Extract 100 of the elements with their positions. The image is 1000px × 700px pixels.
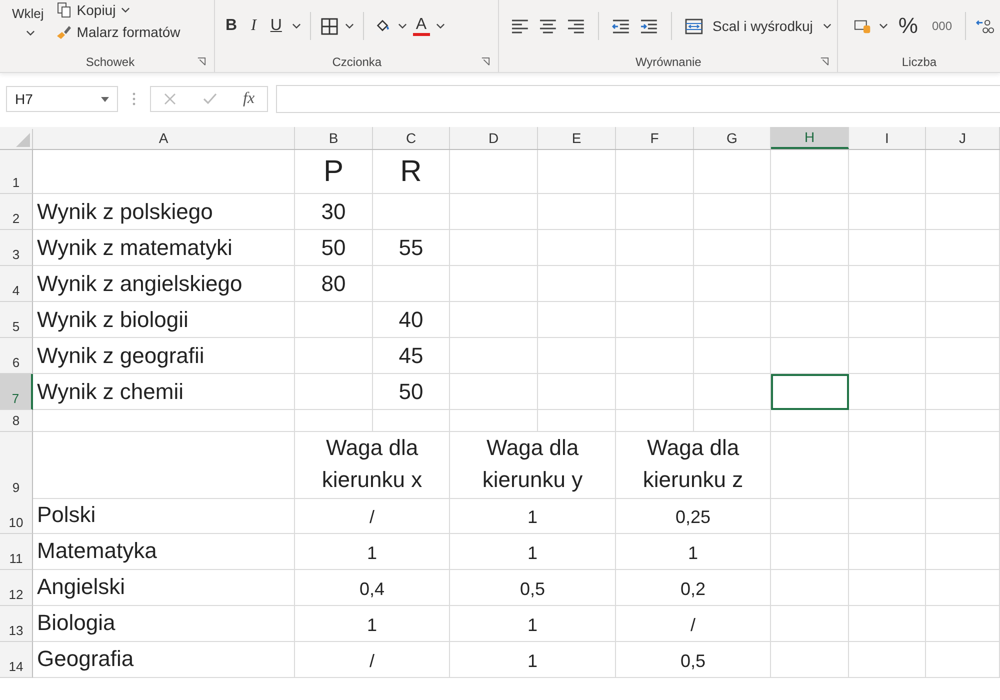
row-header[interactable]: 10 <box>0 498 33 534</box>
empty-cell[interactable] <box>926 410 1000 432</box>
empty-cell[interactable] <box>849 194 926 230</box>
dialog-launcher-icon[interactable] <box>481 57 490 66</box>
empty-cell[interactable] <box>450 230 538 266</box>
empty-cell[interactable] <box>694 230 771 266</box>
empty-cell[interactable] <box>849 570 926 606</box>
caret-icon[interactable] <box>822 23 832 29</box>
check-icon[interactable] <box>203 92 217 106</box>
empty-cell[interactable] <box>849 230 926 266</box>
row-header[interactable]: 5 <box>0 302 33 338</box>
empty-cell[interactable] <box>926 534 1000 570</box>
table-cell[interactable]: Wynik z chemii <box>33 374 295 410</box>
empty-cell[interactable] <box>926 338 1000 374</box>
table-cell[interactable]: Waga dla kierunku z <box>616 432 771 499</box>
empty-cell[interactable] <box>926 570 1000 606</box>
empty-cell[interactable] <box>771 338 849 374</box>
table-cell[interactable]: 0,2 <box>616 570 771 606</box>
empty-cell[interactable] <box>771 498 849 534</box>
row-header[interactable]: 4 <box>0 266 33 302</box>
table-cell[interactable]: 0,25 <box>616 498 771 534</box>
empty-cell[interactable] <box>926 150 1000 194</box>
table-cell[interactable]: 0,5 <box>616 642 771 678</box>
empty-cell[interactable] <box>849 642 926 678</box>
table-cell[interactable]: / <box>295 498 450 534</box>
font-color-button[interactable]: A <box>412 16 430 36</box>
column-header[interactable]: I <box>849 127 926 149</box>
empty-cell[interactable] <box>450 410 538 432</box>
empty-cell[interactable] <box>849 266 926 302</box>
insert-function-button[interactable]: fx <box>243 90 255 108</box>
comma-style-button[interactable]: 000 <box>928 19 956 33</box>
formula-input[interactable] <box>276 85 1000 113</box>
table-cell[interactable]: 40 <box>373 302 450 338</box>
table-cell[interactable]: 1 <box>450 498 616 534</box>
caret-icon[interactable] <box>26 30 35 36</box>
column-header[interactable]: E <box>538 127 616 149</box>
table-cell[interactable]: 1 <box>450 606 616 642</box>
align-right-icon[interactable] <box>567 18 586 34</box>
table-cell[interactable]: 1 <box>450 642 616 678</box>
row-header[interactable]: 2 <box>0 194 33 230</box>
empty-cell[interactable] <box>771 642 849 678</box>
empty-cell[interactable] <box>616 150 694 194</box>
table-cell[interactable]: 1 <box>450 534 616 570</box>
table-cell[interactable]: Wynik z matematyki <box>33 230 295 266</box>
active-cell[interactable] <box>771 374 849 410</box>
align-center-icon[interactable] <box>539 18 558 34</box>
table-cell[interactable]: Polski <box>33 498 295 534</box>
table-cell[interactable]: 55 <box>373 230 450 266</box>
table-cell[interactable]: 50 <box>295 230 373 266</box>
empty-cell[interactable] <box>295 302 373 338</box>
table-cell[interactable]: 1 <box>295 606 450 642</box>
italic-button[interactable]: I <box>247 17 260 35</box>
table-cell[interactable]: 50 <box>373 374 450 410</box>
merge-center-button[interactable]: Scal i wyśrodkuj <box>712 18 813 34</box>
empty-cell[interactable] <box>771 410 849 432</box>
row-header[interactable]: 9 <box>0 432 33 499</box>
table-cell[interactable]: Wynik z biologii <box>33 302 295 338</box>
empty-cell[interactable] <box>771 606 849 642</box>
copy-button[interactable]: Kopiuj <box>76 2 116 18</box>
empty-cell[interactable] <box>616 302 694 338</box>
empty-cell[interactable] <box>538 374 616 410</box>
empty-cell[interactable] <box>295 410 373 432</box>
cancel-icon[interactable] <box>163 92 177 106</box>
empty-cell[interactable] <box>616 338 694 374</box>
empty-cell[interactable] <box>450 374 538 410</box>
table-cell[interactable]: 1 <box>616 534 771 570</box>
table-cell[interactable]: Angielski <box>33 570 295 606</box>
column-header[interactable]: H <box>771 127 849 149</box>
empty-cell[interactable] <box>694 266 771 302</box>
format-painter-button[interactable]: Malarz formatów <box>76 24 180 40</box>
increase-decimal-icon[interactable] <box>975 18 994 34</box>
borders-icon[interactable] <box>320 18 339 34</box>
empty-cell[interactable] <box>926 266 1000 302</box>
table-cell[interactable]: 1 <box>295 534 450 570</box>
empty-cell[interactable] <box>450 194 538 230</box>
empty-cell[interactable] <box>295 338 373 374</box>
empty-cell[interactable] <box>771 230 849 266</box>
empty-cell[interactable] <box>926 498 1000 534</box>
empty-cell[interactable] <box>616 194 694 230</box>
empty-cell[interactable] <box>538 338 616 374</box>
caret-icon[interactable] <box>398 23 407 29</box>
column-header[interactable]: J <box>926 127 1000 149</box>
empty-cell[interactable] <box>926 606 1000 642</box>
empty-cell[interactable] <box>771 150 849 194</box>
empty-cell[interactable] <box>450 150 538 194</box>
row-header[interactable]: 13 <box>0 606 33 642</box>
empty-cell[interactable] <box>926 374 1000 410</box>
paste-button[interactable]: Wklej <box>12 2 44 21</box>
empty-cell[interactable] <box>849 534 926 570</box>
table-cell[interactable]: Wynik z polskiego <box>33 194 295 230</box>
empty-cell[interactable] <box>694 302 771 338</box>
caret-icon[interactable] <box>292 23 301 29</box>
table-cell[interactable]: 45 <box>373 338 450 374</box>
empty-cell[interactable] <box>926 432 1000 499</box>
table-cell[interactable]: Wynik z angielskiego <box>33 266 295 302</box>
column-header[interactable]: B <box>295 127 373 149</box>
row-header[interactable]: 8 <box>0 410 33 432</box>
empty-cell[interactable] <box>849 150 926 194</box>
empty-cell[interactable] <box>694 374 771 410</box>
column-header[interactable]: C <box>373 127 450 149</box>
